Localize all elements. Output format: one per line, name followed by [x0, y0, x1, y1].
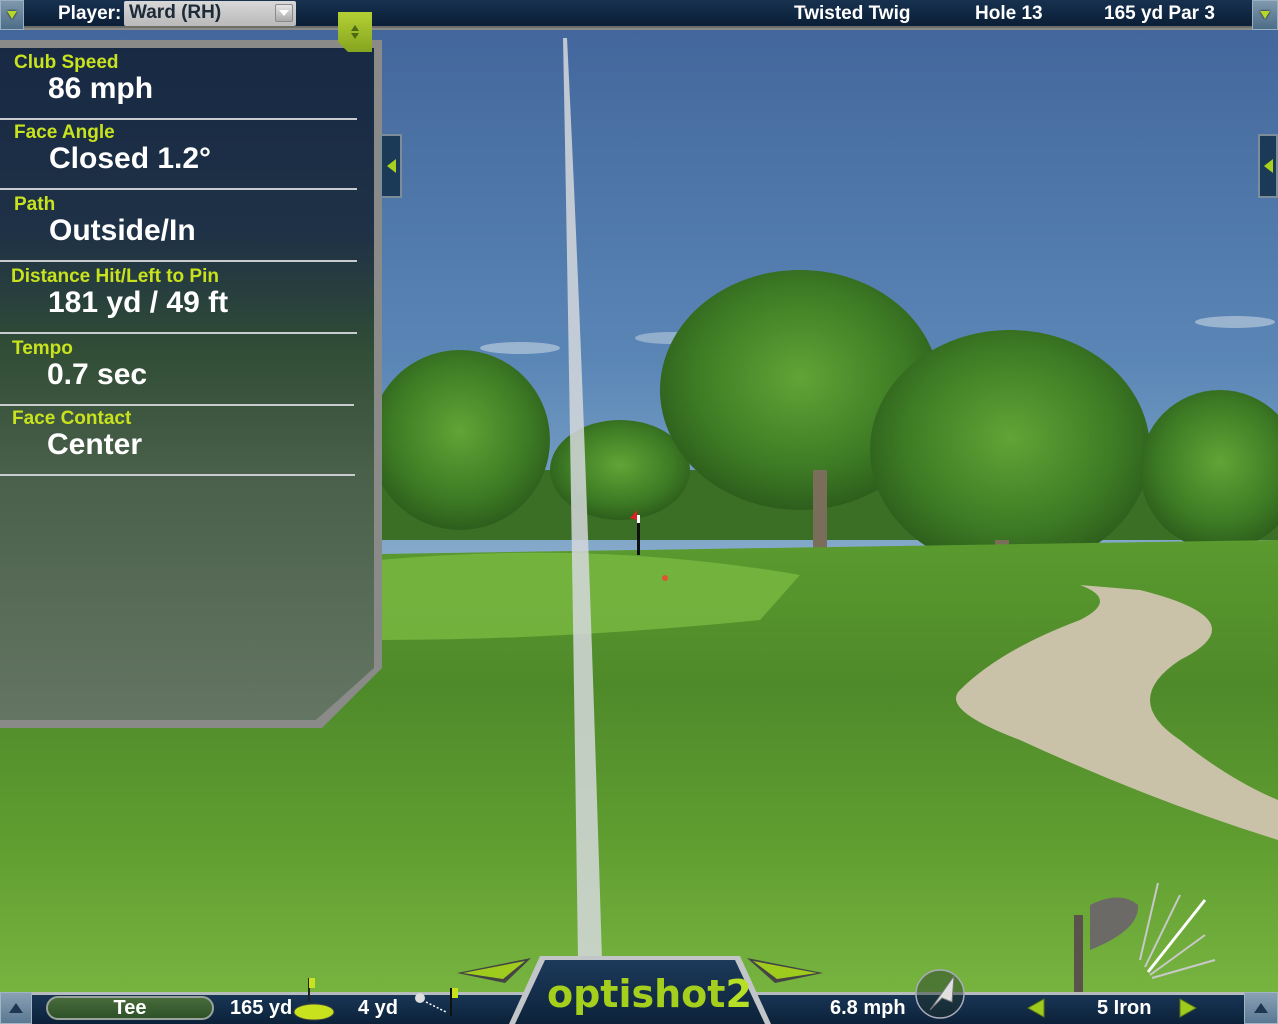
wind-direction-icon — [915, 969, 965, 1019]
next-view-button[interactable] — [745, 955, 825, 985]
stat-path: Path Outside/In — [0, 190, 357, 262]
stat-value: Outside/In — [49, 214, 196, 247]
top-right-menu-button[interactable] — [1252, 0, 1278, 30]
stat-tempo: Tempo 0.7 sec — [0, 334, 354, 406]
chevron-up-icon — [1254, 1003, 1268, 1013]
stat-value: Closed 1.2° — [49, 142, 212, 175]
green-flag-icon — [293, 978, 335, 1021]
bottom-right-menu-button[interactable] — [1244, 992, 1278, 1024]
stat-label: Distance Hit/Left to Pin — [11, 266, 219, 287]
collapse-stats-tab[interactable] — [380, 134, 402, 198]
stat-distance: Distance Hit/Left to Pin 181 yd / 49 ft — [0, 262, 357, 334]
expand-right-panel-tab[interactable] — [1258, 134, 1278, 198]
ball-to-flag-icon — [415, 988, 458, 1016]
logo-version: 2 — [725, 972, 752, 1016]
course-name: Twisted Twig — [794, 3, 911, 24]
stat-label: Face Angle — [14, 122, 115, 143]
arrow-down-icon — [351, 33, 359, 39]
stat-value: Center — [47, 428, 143, 461]
stat-value: 86 mph — [48, 72, 154, 105]
chevron-up-icon — [9, 1003, 23, 1013]
wind-speed: 6.8 mph — [830, 997, 906, 1019]
lie-indicator: Tee — [46, 996, 214, 1020]
arrow-up-icon — [351, 25, 359, 31]
player-select-value: Ward (RH) — [129, 2, 222, 23]
shot-stats-panel: Club Speed 86 mph Face Angle Closed 1.2°… — [0, 40, 382, 728]
previous-club-button[interactable] — [1024, 996, 1048, 1020]
stat-label: Path — [14, 194, 56, 215]
stat-label: Face Contact — [12, 408, 132, 429]
hole-number: Hole 13 — [975, 3, 1043, 24]
shot-stats-panel-body: Club Speed 86 mph Face Angle Closed 1.2°… — [0, 48, 374, 720]
bottom-left-menu-button[interactable] — [0, 992, 32, 1024]
player-label: Player: — [58, 3, 122, 24]
chevron-left-icon — [1263, 159, 1273, 173]
club-name: 5 Iron — [1097, 997, 1152, 1019]
stat-face-angle: Face Angle Closed 1.2° — [0, 118, 357, 190]
stat-club-speed: Club Speed 86 mph — [0, 48, 357, 120]
ball-to-flag-distance: 4 yd — [358, 997, 399, 1019]
next-club-button[interactable] — [1176, 996, 1200, 1020]
chevron-down-icon — [1260, 11, 1270, 19]
chevron-left-icon — [386, 159, 396, 173]
hole-info: 165 yd Par 3 — [1104, 3, 1215, 24]
stats-scroll-button[interactable] — [338, 12, 372, 52]
distance-to-pin: 165 yd — [230, 997, 293, 1019]
player-select[interactable]: Ward (RH) — [124, 1, 296, 26]
stat-label: Tempo — [12, 338, 73, 359]
stat-value: 181 yd / 49 ft — [48, 286, 229, 319]
stat-face-contact: Face Contact Center — [0, 404, 355, 476]
logo-text: optishot — [547, 972, 726, 1016]
optishot-logo: optishot2 — [547, 972, 752, 1016]
dropdown-arrow-icon[interactable] — [275, 4, 293, 22]
previous-view-button[interactable] — [455, 955, 535, 985]
stat-label: Club Speed — [14, 52, 119, 73]
top-left-menu-button[interactable] — [0, 0, 24, 30]
stat-value: 0.7 sec — [47, 358, 148, 391]
chevron-down-icon — [7, 11, 17, 19]
